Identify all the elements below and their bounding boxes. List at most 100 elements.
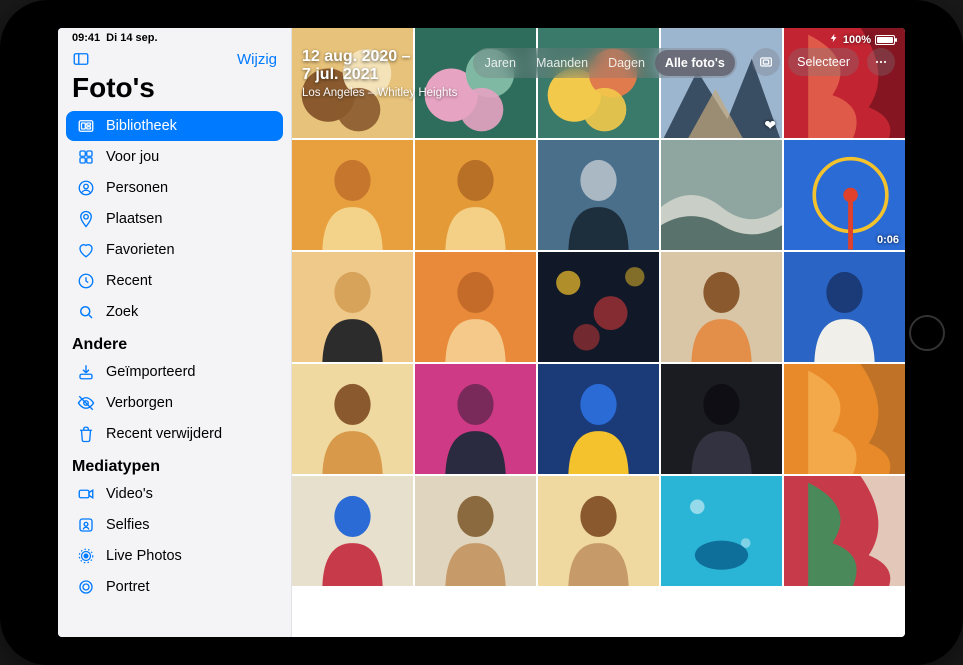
photo-thumbnail[interactable] [661, 476, 782, 586]
date-range-line2: 7 jul. 2021 [302, 66, 379, 83]
people-icon [76, 179, 96, 197]
video-icon [76, 485, 96, 503]
photo-thumbnail[interactable] [292, 252, 413, 362]
segment-dagen[interactable]: Dagen [598, 50, 655, 76]
sidebar-item-label: Recent verwijderd [106, 426, 222, 442]
foryou-icon [76, 148, 96, 166]
photo-grid[interactable]: ❤ 0:06 [292, 28, 905, 637]
sidebar-section-title: Andere [72, 336, 127, 354]
photo-thumbnail[interactable] [415, 252, 536, 362]
battery-percent: 100% [843, 34, 871, 46]
portrait-icon [76, 578, 96, 596]
sidebar-section-andere[interactable]: Andere [58, 328, 291, 356]
trash-icon [76, 425, 96, 443]
places-icon [76, 210, 96, 228]
select-button[interactable]: Selecteer [788, 48, 859, 76]
view-segmented-control[interactable]: JarenMaandenDagenAlle foto's [473, 48, 737, 78]
battery-full-icon [875, 35, 895, 45]
import-icon [76, 363, 96, 381]
sidebar-item-clock[interactable]: Recent [66, 266, 283, 296]
photo-thumbnail[interactable] [292, 476, 413, 586]
sidebar-item-library[interactable]: Bibliotheek [66, 111, 283, 141]
sidebar-scroll[interactable]: Bibliotheek Voor jou Personen Plaatsen Favor… [58, 110, 291, 637]
photo-thumbnail[interactable] [292, 364, 413, 474]
sidebar-item-hidden[interactable]: Verborgen [66, 388, 283, 418]
date-range-line1: 12 aug. 2020 – [302, 48, 411, 65]
photo-thumbnail[interactable] [292, 140, 413, 250]
date-range: 12 aug. 2020 – 7 jul. 2021 [302, 48, 457, 85]
search-icon [76, 303, 96, 321]
sidebar-item-label: Video's [106, 486, 153, 502]
photo-thumbnail[interactable] [538, 252, 659, 362]
photo-thumbnail[interactable] [661, 364, 782, 474]
sidebar-item-label: Personen [106, 180, 168, 196]
date-location-block[interactable]: 12 aug. 2020 – 7 jul. 2021 Los Angeles –… [302, 48, 457, 99]
bolt-icon [829, 32, 839, 47]
sidebar-item-label: Recent [106, 273, 152, 289]
photo-thumbnail[interactable] [784, 364, 905, 474]
photo-thumbnail[interactable] [784, 476, 905, 586]
sidebar-item-search[interactable]: Zoek [66, 297, 283, 327]
segment-maanden[interactable]: Maanden [526, 50, 598, 76]
sidebar-item-label: Voor jou [106, 149, 159, 165]
sidebar-item-label: Live Photos [106, 548, 182, 564]
sidebar: 09:41 Di 14 sep. Wijzig Foto's Bibliothe… [58, 28, 292, 637]
segment-allefotos[interactable]: Alle foto's [655, 50, 735, 76]
sidebar-item-label: Plaatsen [106, 211, 162, 227]
heart-icon [76, 241, 96, 259]
app-title: Foto's [58, 70, 291, 110]
library-icon [76, 117, 96, 135]
sidebar-item-places[interactable]: Plaatsen [66, 204, 283, 234]
status-bar-left: 09:41 Di 14 sep. [58, 28, 291, 44]
status-date: Di 14 sep. [106, 32, 157, 44]
photo-thumbnail[interactable] [784, 252, 905, 362]
location-label: Los Angeles – Whitley Heights [302, 87, 457, 99]
top-right-controls: Selecteer [752, 48, 895, 76]
home-button[interactable] [909, 315, 945, 351]
sidebar-item-foryou[interactable]: Voor jou [66, 142, 283, 172]
sidebar-item-selfie[interactable]: Selfies [66, 510, 283, 540]
more-button[interactable] [867, 48, 895, 76]
photo-thumbnail[interactable] [538, 140, 659, 250]
sidebar-item-people[interactable]: Personen [66, 173, 283, 203]
sidebar-item-label: Portret [106, 579, 150, 595]
photo-thumbnail[interactable] [538, 28, 659, 138]
aspect-ratio-button[interactable] [752, 48, 780, 76]
edit-button[interactable]: Wijzig [237, 51, 277, 68]
sidebar-item-label: Selfies [106, 517, 150, 533]
status-bar-right: 100% [829, 32, 895, 47]
select-button-label: Selecteer [797, 55, 850, 69]
photo-thumbnail[interactable] [538, 364, 659, 474]
sidebar-item-label: Verborgen [106, 395, 173, 411]
sidebar-item-live[interactable]: Live Photos [66, 541, 283, 571]
segment-jaren[interactable]: Jaren [475, 50, 526, 76]
selfie-icon [76, 516, 96, 534]
sidebar-item-label: Bibliotheek [106, 118, 177, 134]
ipad-frame: 09:41 Di 14 sep. Wijzig Foto's Bibliothe… [0, 0, 963, 665]
sidebar-item-import[interactable]: Geïmporteerd [66, 357, 283, 387]
photo-thumbnail[interactable] [415, 140, 536, 250]
photo-thumbnail[interactable] [415, 364, 536, 474]
sidebar-section-mediatypen[interactable]: Mediatypen [58, 450, 291, 478]
status-time: 09:41 [72, 32, 100, 44]
photo-thumbnail[interactable]: ❤ [661, 28, 782, 138]
hidden-icon [76, 394, 96, 412]
sidebar-item-heart[interactable]: Favorieten [66, 235, 283, 265]
sidebar-item-trash[interactable]: Recent verwijderd [66, 419, 283, 449]
sidebar-item-label: Zoek [106, 304, 138, 320]
photo-thumbnail[interactable] [661, 140, 782, 250]
sidebar-item-portrait[interactable]: Portret [66, 572, 283, 602]
live-icon [76, 547, 96, 565]
screen: 09:41 Di 14 sep. Wijzig Foto's Bibliothe… [58, 28, 905, 637]
photo-thumbnail[interactable]: 0:06 [784, 140, 905, 250]
photo-thumbnail[interactable] [415, 476, 536, 586]
sidebar-item-video[interactable]: Video's [66, 479, 283, 509]
photo-thumbnail[interactable] [661, 252, 782, 362]
sidebar-section-title: Mediatypen [72, 458, 160, 476]
favorite-icon: ❤ [764, 117, 776, 134]
sidebar-toggle-icon[interactable] [72, 50, 90, 68]
main-content: ❤ 0:06 100% 12 aug. 2020 – 7 jul. 2021 Lo… [292, 28, 905, 637]
sidebar-item-label: Geïmporteerd [106, 364, 195, 380]
video-duration-badge: 0:06 [877, 234, 899, 246]
photo-thumbnail[interactable] [538, 476, 659, 586]
